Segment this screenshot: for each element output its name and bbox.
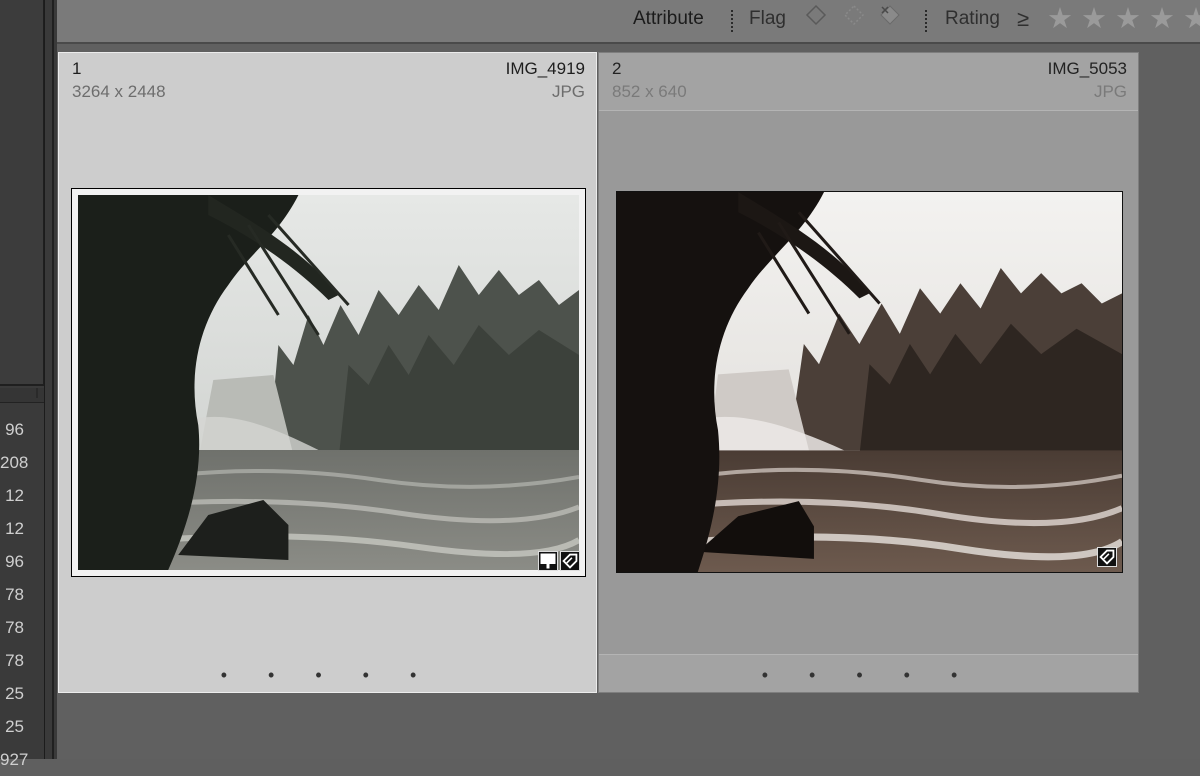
library-filter-bar: Attribute Flag Rating ≥ ★ ★ ★ ★ ★ xyxy=(57,0,1200,44)
grid-cell-selected[interactable]: 1 3264 x 2448 IMG_4919 JPG • • • • • xyxy=(58,52,597,693)
metadata-badge-icon[interactable] xyxy=(1097,547,1117,567)
photo-thumbnail[interactable] xyxy=(71,188,586,577)
star-icon[interactable]: ★ xyxy=(1149,2,1175,36)
star-icon[interactable]: ★ xyxy=(1081,2,1107,36)
grid-view: 1 3264 x 2448 IMG_4919 JPG • • • • • 2 8… xyxy=(57,44,1200,759)
flag-rejected-icon[interactable] xyxy=(879,4,901,26)
thumbnail-badges xyxy=(1097,547,1117,567)
comment-badge-icon[interactable] xyxy=(538,551,558,571)
star-icon[interactable]: ★ xyxy=(1115,2,1141,36)
image-dimensions: 3264 x 2448 xyxy=(72,82,166,101)
separator xyxy=(925,10,927,32)
count-item[interactable]: 78 xyxy=(0,611,44,644)
count-item[interactable]: 78 xyxy=(0,578,44,611)
count-item[interactable]: 25 xyxy=(0,677,44,710)
image-filetype: JPG xyxy=(551,82,585,101)
rating-operator[interactable]: ≥ xyxy=(1017,0,1029,38)
flag-label: Flag xyxy=(749,8,786,29)
flag-unflagged-icon[interactable] xyxy=(805,4,827,26)
separator xyxy=(731,10,733,32)
waterfall-photo xyxy=(78,195,579,570)
cell-index: 1 xyxy=(72,59,82,78)
count-item[interactable]: 96 xyxy=(0,413,44,446)
star-icon[interactable]: ★ xyxy=(1183,2,1200,36)
image-dimensions: 852 x 640 xyxy=(612,82,687,101)
image-filename: IMG_5053 xyxy=(1047,59,1127,78)
rating-dots[interactable]: • • • • • xyxy=(599,666,1138,684)
count-item[interactable]: 78 xyxy=(0,644,44,677)
collection-counts: 96 208 12 12 96 78 78 78 25 25 927 xyxy=(0,413,44,776)
thumbnail-badges xyxy=(538,551,580,571)
image-filetype: JPG xyxy=(1093,82,1127,101)
rating-dots[interactable]: • • • • • xyxy=(59,666,596,684)
star-icon[interactable]: ★ xyxy=(1047,2,1073,36)
count-item[interactable]: 927 xyxy=(0,743,44,776)
count-item[interactable]: 12 xyxy=(0,512,44,545)
flag-any-icon[interactable] xyxy=(843,4,865,26)
metadata-badge-icon[interactable] xyxy=(560,551,580,571)
attribute-filter-tab[interactable]: Attribute xyxy=(633,0,704,38)
waterfall-photo xyxy=(617,192,1122,572)
count-item[interactable]: 12 xyxy=(0,479,44,512)
photo-thumbnail[interactable] xyxy=(616,191,1123,573)
count-item[interactable]: 208 xyxy=(0,446,44,479)
grid-cell[interactable]: 2 852 x 640 IMG_5053 JPG • • • • • xyxy=(598,52,1139,693)
image-filename: IMG_4919 xyxy=(505,59,585,78)
panel-edge xyxy=(44,0,57,759)
cell-index: 2 xyxy=(612,59,622,78)
count-item[interactable]: 25 xyxy=(0,710,44,743)
left-panel-content xyxy=(0,0,45,386)
rating-label: Rating xyxy=(945,8,1000,29)
count-item[interactable]: 96 xyxy=(0,545,44,578)
